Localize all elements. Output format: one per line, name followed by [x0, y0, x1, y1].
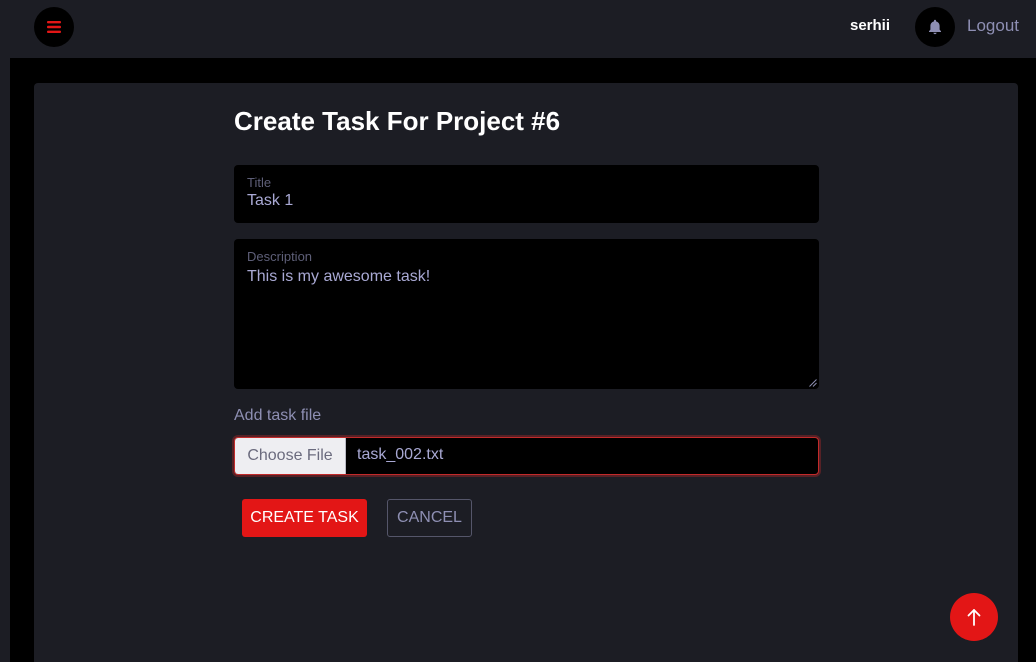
hamburger-menu-icon: [47, 21, 61, 33]
file-field-label: Add task file: [234, 407, 322, 424]
title-input[interactable]: [247, 192, 802, 210]
description-field[interactable]: Description This is my awesome task!: [234, 239, 819, 389]
top-navbar: serhii Logout: [0, 0, 1036, 58]
page-title: Create Task For Project #6: [234, 106, 561, 136]
description-input[interactable]: This is my awesome task!: [247, 268, 802, 286]
resize-handle-icon[interactable]: [809, 379, 817, 387]
title-field-label: Title: [247, 175, 272, 190]
cancel-button[interactable]: CANCEL: [387, 499, 472, 537]
title-field[interactable]: Title: [234, 165, 819, 223]
create-task-button[interactable]: CREATE TASK: [242, 499, 367, 537]
file-input[interactable]: Choose File task_002.txt: [234, 437, 819, 475]
bell-icon: [929, 19, 941, 35]
username-label: serhii: [849, 17, 891, 34]
description-field-label: Description: [247, 249, 313, 264]
scroll-to-top-button[interactable]: [950, 593, 998, 641]
arrow-up-icon: [967, 609, 981, 626]
logout-link[interactable]: Logout: [967, 16, 1019, 36]
selected-file-name: task_002.txt: [357, 446, 444, 463]
notifications-button[interactable]: [915, 7, 955, 47]
menu-button[interactable]: [34, 7, 74, 47]
choose-file-button[interactable]: Choose File: [235, 438, 346, 474]
